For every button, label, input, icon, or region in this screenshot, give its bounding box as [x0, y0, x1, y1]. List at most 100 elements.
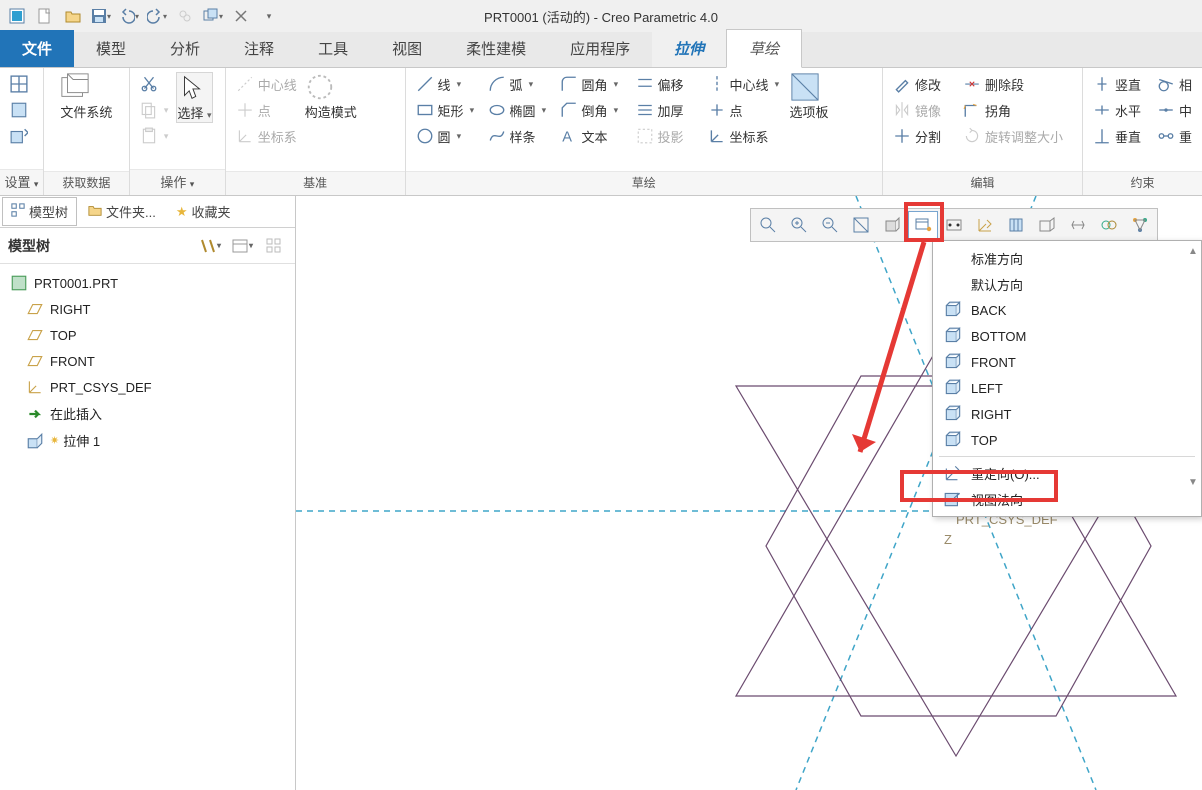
modify-button[interactable]: 修改: [889, 72, 955, 96]
tree-settings-btn[interactable]: ▾: [229, 233, 255, 259]
save-icon[interactable]: ▾: [88, 4, 114, 28]
tangent-button[interactable]: 相: [1153, 72, 1196, 96]
mirror-button[interactable]: 镜像: [889, 98, 955, 122]
menu-top[interactable]: TOP: [933, 427, 1201, 453]
annotations-button[interactable]: [1063, 211, 1093, 239]
project-button[interactable]: 投影: [632, 124, 700, 148]
tree-right[interactable]: RIGHT: [4, 296, 291, 322]
new-icon[interactable]: [32, 4, 58, 28]
tab-model[interactable]: 模型: [74, 30, 148, 67]
tree-tools-btn[interactable]: ▾: [197, 233, 223, 259]
datum-display-button[interactable]: [970, 211, 1000, 239]
open-icon[interactable]: [60, 4, 86, 28]
app-icon[interactable]: [4, 4, 30, 28]
tab-file[interactable]: 文件: [0, 30, 74, 67]
model-tree-toggle[interactable]: [1125, 211, 1155, 239]
perspective-button[interactable]: [1032, 211, 1062, 239]
thicken-button[interactable]: 加厚: [632, 98, 700, 122]
menu-left[interactable]: LEFT: [933, 375, 1201, 401]
filesystem-button[interactable]: 文件系统: [60, 72, 112, 121]
rotate-resize-button[interactable]: 旋转调整大小: [959, 124, 1079, 148]
line-button[interactable]: 线▾: [412, 72, 480, 96]
rect-button[interactable]: 矩形▾: [412, 98, 480, 122]
group-sketch: 线▾ 矩形▾ 圆▾ 弧▾ 椭圆▾ 样条 圆角▾ 倒角▾ A文本 偏移 加厚 投影…: [406, 68, 883, 195]
tab-folders[interactable]: 文件夹...: [79, 197, 165, 226]
tab-analysis[interactable]: 分析: [148, 30, 222, 67]
display-style-button[interactable]: [877, 211, 907, 239]
close-icon[interactable]: [228, 4, 254, 28]
menu-default-orientation[interactable]: 默认方向: [933, 271, 1201, 297]
tree-root[interactable]: PRT0001.PRT: [4, 270, 291, 296]
chamfer-button[interactable]: 倒角▾: [556, 98, 628, 122]
menu-scroll-up[interactable]: ▲: [1187, 245, 1199, 257]
setting-ref-btn[interactable]: [6, 98, 32, 122]
menu-standard-orientation[interactable]: 标准方向: [933, 245, 1201, 271]
horizontal-button[interactable]: 水平: [1089, 98, 1149, 122]
tab-annotate[interactable]: 注释: [222, 30, 296, 67]
menu-bottom[interactable]: BOTTOM: [933, 323, 1201, 349]
delete-seg-button[interactable]: 删除段: [959, 72, 1079, 96]
midpoint-button[interactable]: 中: [1153, 98, 1196, 122]
divide-button[interactable]: 分割: [889, 124, 955, 148]
spin-center-button[interactable]: [1001, 211, 1031, 239]
menu-view-normal[interactable]: 视图法向: [933, 486, 1201, 512]
tab-apps[interactable]: 应用程序: [548, 30, 652, 67]
centerline-button[interactable]: 中心线: [232, 72, 301, 96]
undo-icon[interactable]: ▾: [116, 4, 142, 28]
tab-flex[interactable]: 柔性建模: [444, 30, 548, 67]
tab-favorites[interactable]: ★收藏夹: [167, 197, 240, 226]
sym-button[interactable]: 重: [1153, 124, 1196, 148]
c-point-button[interactable]: 点: [704, 98, 786, 122]
redo-icon[interactable]: ▾: [144, 4, 170, 28]
tree-extrude[interactable]: ✷拉伸 1: [4, 427, 291, 454]
menu-right[interactable]: RIGHT: [933, 401, 1201, 427]
graphics-canvas[interactable]: PRT_CSYS_DEF Z ▲ 标准方向 默认方向 BACK BOTTOM: [296, 196, 1202, 790]
arc-button[interactable]: 弧▾: [484, 72, 552, 96]
palette-button[interactable]: 选项板: [790, 72, 829, 121]
zoom-out-button[interactable]: [815, 211, 845, 239]
tab-sketch[interactable]: 草绘: [726, 29, 802, 68]
refit-button[interactable]: [846, 211, 876, 239]
regen-icon[interactable]: [172, 4, 198, 28]
spline-button[interactable]: 样条: [484, 124, 552, 148]
setting-import-btn[interactable]: [6, 124, 32, 148]
tree-insert-here[interactable]: 在此插入: [4, 400, 291, 427]
view-manager-button[interactable]: [939, 211, 969, 239]
tree-show-btn[interactable]: [261, 233, 287, 259]
csys-button[interactable]: 坐标系: [232, 124, 301, 148]
qat-dropdown-icon[interactable]: ▾: [256, 4, 282, 28]
corner-button[interactable]: 拐角: [959, 98, 1079, 122]
zoom-fit-button[interactable]: [753, 211, 783, 239]
c-centerline-button[interactable]: 中心线▾: [704, 72, 786, 96]
perp-button[interactable]: 垂直: [1089, 124, 1149, 148]
menu-reorient[interactable]: 重定向(O)...: [933, 460, 1201, 486]
layers-button[interactable]: [1094, 211, 1124, 239]
select-button[interactable]: 选择 ▾: [176, 72, 212, 123]
text-button[interactable]: A文本: [556, 124, 628, 148]
zoom-in-button[interactable]: [784, 211, 814, 239]
windows-icon[interactable]: ▾: [200, 4, 226, 28]
offset-button[interactable]: 偏移: [632, 72, 700, 96]
ellipse-button[interactable]: 椭圆▾: [484, 98, 552, 122]
c-csys-button[interactable]: 坐标系: [704, 124, 786, 148]
fillet-button[interactable]: 圆角▾: [556, 72, 628, 96]
menu-back[interactable]: BACK: [933, 297, 1201, 323]
construction-mode-button[interactable]: 构造模式: [305, 72, 357, 121]
point-button[interactable]: 点: [232, 98, 301, 122]
copy-button[interactable]: ▾: [136, 98, 173, 122]
paste-button[interactable]: ▾: [136, 124, 173, 148]
tree-front[interactable]: FRONT: [4, 348, 291, 374]
tab-extrude[interactable]: 拉伸: [652, 30, 726, 67]
cut-button[interactable]: [136, 72, 173, 96]
setting-grid-btn[interactable]: [6, 72, 32, 96]
menu-front[interactable]: FRONT: [933, 349, 1201, 375]
circle-button[interactable]: 圆▾: [412, 124, 480, 148]
tab-view[interactable]: 视图: [370, 30, 444, 67]
menu-scroll-down[interactable]: ▼: [1187, 476, 1199, 488]
saved-views-button[interactable]: [908, 211, 938, 239]
tab-model-tree[interactable]: 模型树: [2, 197, 77, 226]
tab-tools[interactable]: 工具: [296, 30, 370, 67]
tree-csys[interactable]: PRT_CSYS_DEF: [4, 374, 291, 400]
tree-top[interactable]: TOP: [4, 322, 291, 348]
vertical-button[interactable]: 竖直: [1089, 72, 1149, 96]
